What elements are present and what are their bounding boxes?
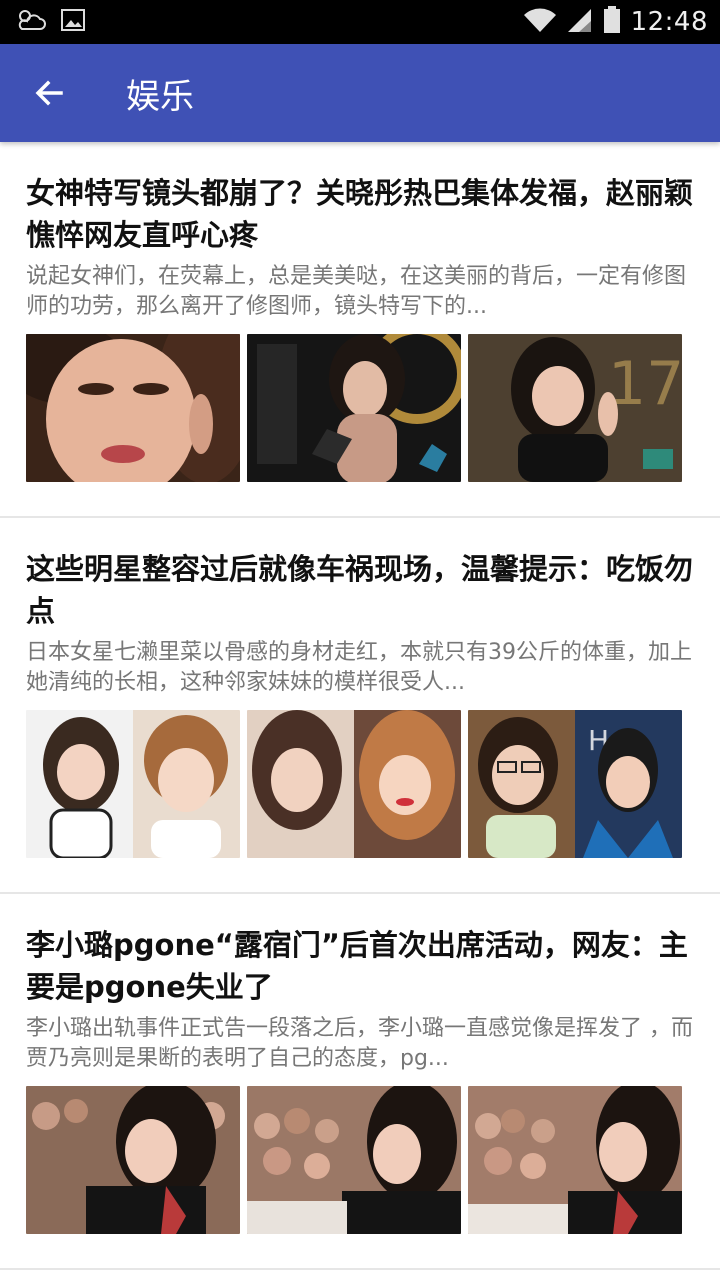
status-bar: 12:48 (0, 0, 720, 44)
article-summary: 说起女神们，在荧幕上，总是美美哒，在这美丽的背后，一定有修图师的功劳，那么离开了… (26, 264, 687, 319)
article-summary: 李小璐出轨事件正式告一段落之后，李小璐一直感觉像是挥发了 ，而贾乃亮则是果断的表… (26, 1016, 693, 1071)
event-crowd-photo-2[interactable] (247, 1086, 461, 1234)
thumbnail-row: 17 (26, 334, 694, 482)
status-right-icons: 12:48 (523, 6, 708, 38)
thumbnail-row: Ho (26, 710, 694, 858)
actress-2017-event-photo[interactable]: 17 (468, 334, 682, 482)
actress-red-carpet-photo[interactable] (247, 334, 461, 482)
app-bar: 娱乐 (0, 44, 720, 142)
news-feed: 女神特写镜头都崩了？关晓彤热巴集体发福，赵丽颖憔悴网友直呼心疼 说起女神们，在荧… (0, 142, 720, 1270)
article-title: 这些明星整容过后就像车祸现场，温馨提示：吃饭勿点 (26, 552, 694, 628)
event-crowd-photo-3[interactable] (468, 1086, 682, 1234)
cell-signal-icon (567, 7, 593, 37)
status-time: 12:48 (630, 7, 708, 37)
article-summary: 日本女星七濑里菜以骨感的身材走红，本就只有39公斤的体重，加上她清纯的长相，这种… (26, 640, 692, 695)
wifi-icon (523, 7, 557, 37)
thumbnail-row (26, 1086, 694, 1234)
arrow-back-icon (35, 80, 63, 106)
battery-icon (603, 6, 621, 38)
image-icon (60, 8, 86, 36)
before-after-photo-1[interactable] (26, 710, 240, 858)
article-title: 李小璐pgone“露宿门”后首次出席活动，网友：主要是pgone失业了 (26, 928, 688, 1004)
svg-text:17: 17 (608, 349, 682, 419)
article-card[interactable]: 李小璐pgone“露宿门”后首次出席活动，网友：主要是pgone失业了 李小璐出… (0, 894, 720, 1270)
before-after-photo-3[interactable]: Ho (468, 710, 682, 858)
weather-cloud-icon (16, 7, 46, 37)
page-title: 娱乐 (126, 76, 194, 117)
article-card[interactable]: 女神特写镜头都崩了？关晓彤热巴集体发福，赵丽颖憔悴网友直呼心疼 说起女神们，在荧… (0, 142, 720, 518)
article-title: 女神特写镜头都崩了？关晓彤热巴集体发福，赵丽颖憔悴网友直呼心疼 (26, 176, 694, 252)
status-left-icons (16, 7, 86, 37)
actress-closeup-photo[interactable] (26, 334, 240, 482)
back-button[interactable] (24, 68, 74, 118)
article-card[interactable]: 这些明星整容过后就像车祸现场，温馨提示：吃饭勿点 日本女星七濑里菜以骨感的身材走… (0, 518, 720, 894)
event-crowd-photo-1[interactable] (26, 1086, 240, 1234)
before-after-photo-2[interactable] (247, 710, 461, 858)
